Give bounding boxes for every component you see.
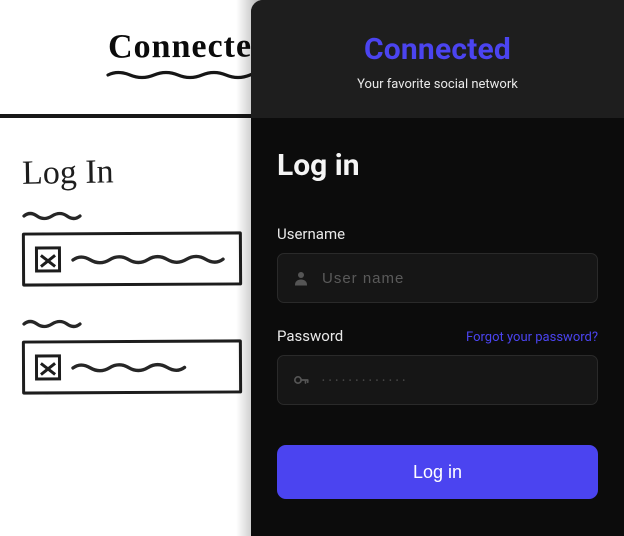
brand-tagline: Your favorite social network — [251, 77, 624, 92]
page-title: Log in — [277, 148, 598, 183]
username-field: Username — [277, 225, 598, 303]
brand-title: Connected — [251, 32, 624, 67]
sketch-placeholder-scribble — [71, 359, 239, 375]
login-app-panel: Connected Your favorite social network L… — [251, 0, 624, 536]
password-input-wrap[interactable]: ••••••••••••• — [277, 355, 598, 405]
sketch-placeholder-icon — [35, 246, 61, 272]
sketch-password-input — [22, 339, 242, 394]
login-form: Log in Username Password Forgot your pas… — [251, 118, 624, 536]
app-header: Connected Your favorite social network — [251, 0, 624, 118]
password-label: Password — [277, 327, 343, 345]
username-input-wrap[interactable] — [277, 253, 598, 303]
login-button[interactable]: Log in — [277, 445, 598, 499]
forgot-password-link[interactable]: Forgot your password? — [466, 330, 598, 345]
sketch-underline-icon — [106, 68, 274, 82]
key-icon — [292, 371, 310, 389]
password-input[interactable]: ••••••••••••• — [322, 376, 583, 385]
sketch-placeholder-scribble — [71, 251, 239, 267]
user-icon — [292, 269, 310, 287]
sketch-username-input — [22, 231, 242, 286]
sketch-field-label-scribble — [22, 316, 82, 330]
sketch-field-label-scribble — [22, 208, 82, 222]
password-field: Password Forgot your password? •••••••••… — [277, 327, 598, 405]
username-input[interactable] — [322, 270, 583, 287]
sketch-placeholder-icon — [35, 354, 61, 380]
username-label: Username — [277, 225, 345, 243]
